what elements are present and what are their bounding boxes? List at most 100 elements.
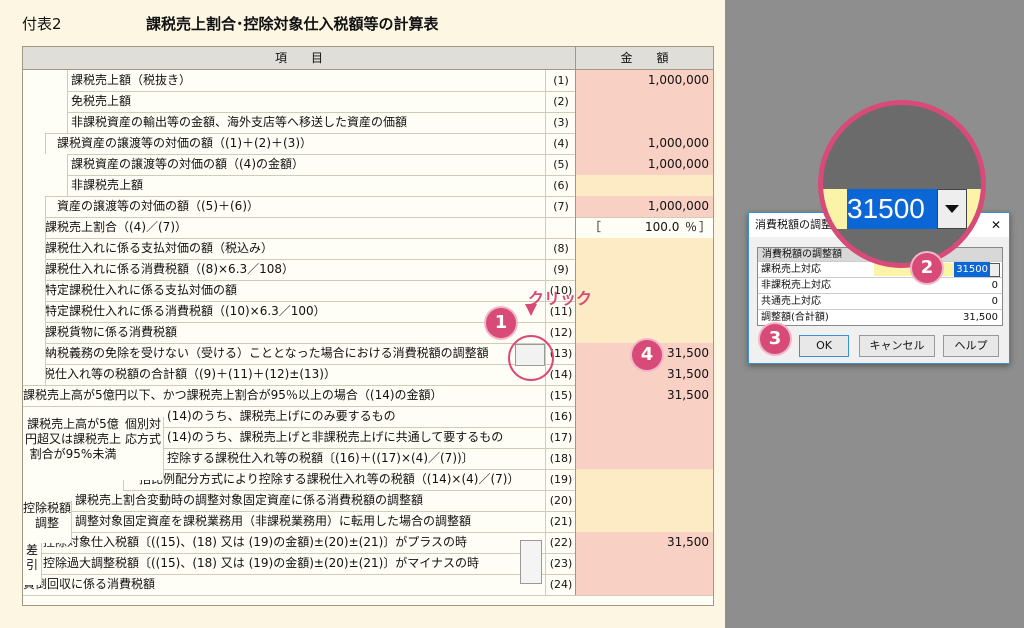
badge-4: 4 (632, 340, 662, 370)
row-number: (16) (545, 406, 576, 427)
highlight-circle (508, 335, 554, 381)
dialog-row-value: 31,500 (963, 312, 998, 323)
side-label-kazei: 課税売上高が5億円超又は課税売上割合が95%未満 (23, 417, 124, 491)
row-amount[interactable] (575, 280, 713, 301)
table-row: 課税資産の譲渡等の対価の額（(4)の金額） (5) 1,000,000 (23, 154, 713, 176)
ok-button[interactable]: OK (799, 335, 849, 357)
magnifier: 31500 (818, 100, 986, 268)
row-label: (14)のうち、課税売上げにのみ要するもの (167, 409, 396, 423)
row-number: (17) (545, 427, 576, 448)
row-label: 免税売上額 (71, 94, 132, 108)
sa-button[interactable] (520, 540, 542, 584)
row-amount[interactable]: 1,000,000 (575, 70, 713, 91)
table-row: 非課税資産の輸出等の金額、海外支店等へ移送した資産の価額 (3) (23, 112, 713, 134)
row-amount[interactable]: 1,000,000 (575, 154, 713, 175)
table-row: 課税売上割合（(4)／(7)） ［ 100.0 ％ ］ (23, 217, 713, 239)
table-row: 課税資産の譲渡等の対価の額（(1)＋(2)＋(3)） (4) 1,000,000 (23, 133, 713, 155)
indent-bar-inner-b (45, 154, 68, 196)
row-number: (22) (545, 532, 576, 553)
row-number: (18) (545, 448, 576, 469)
row-label: 特定課税仕入れに係る消費税額（(10)×6.3／100） (45, 304, 326, 318)
row-amount[interactable]: 31,500 (575, 385, 713, 406)
page-title: 課税売上割合･控除対象仕入税額等の計算表 (146, 15, 439, 33)
row-amount[interactable] (575, 553, 713, 574)
row-label: 課税売上割合変動時の調整対象固定資産に係る消費税額の調整額 (75, 493, 424, 507)
row-amount[interactable] (575, 469, 713, 490)
table-row: 特定課税仕入れに係る消費税額（(10)×6.3／100） (11) (23, 301, 713, 323)
dialog-row-label: 非課税売上対応 (761, 280, 831, 291)
row-amount[interactable] (575, 91, 713, 112)
side-label-kobetsu-text: 個別対応方式 (124, 417, 161, 446)
row-amount[interactable] (575, 259, 713, 280)
ratio-value: ［ 100.0 ％ ］ (583, 217, 711, 238)
row-number: (4) (545, 133, 576, 154)
worksheet: 付表2 課税売上割合･控除対象仕入税額等の計算表 項 目 金 額 課税売上額（税… (0, 0, 725, 628)
table-row: 課税仕入れ等の税額の合計額（(9)＋(11)＋(12)±(13)） (14) 31,… (23, 364, 713, 386)
row-label: 貸倒回収に係る消費税額 (23, 577, 156, 591)
dropdown-arrow-icon[interactable] (989, 263, 1000, 277)
chevron-down-icon (945, 205, 959, 213)
row-amount[interactable]: 1,000,000 (575, 196, 713, 217)
table-row: 非課税売上額 (6) (23, 175, 713, 197)
dialog-row: 調整額(合計額) 31,500 (758, 309, 1002, 325)
table-row: 控除対象仕入税額〔((15)、(18) 又は (19)の金額)±(20)±(21… (23, 532, 713, 554)
row-amount[interactable] (575, 112, 713, 133)
side-label-koujo: 控除税額調整 (23, 501, 72, 543)
row-label: 非課税資産の輸出等の金額、海外支店等へ移送した資産の価額 (71, 115, 408, 129)
row-amount[interactable] (575, 406, 713, 427)
row-amount[interactable]: 31,500 (575, 532, 713, 553)
row-amount[interactable] (575, 511, 713, 532)
row-number: (3) (545, 112, 576, 133)
table-row: 免税売上額 (2) (23, 91, 713, 113)
table-row: 資産の譲渡等の対価の額（(5)＋(6)） (7) 1,000,000 (23, 196, 713, 218)
table-row: 調整対象固定資産を課税業務用（非課税業務用）に転用した場合の調整額 (21) (23, 511, 713, 533)
row-number: (21) (545, 511, 576, 532)
cancel-button[interactable]: キャンセル (859, 335, 935, 357)
table-row: 課税売上額（税抜き） (1) 1,000,000 (23, 70, 713, 92)
row-label: 一括比例配分方式により控除する課税仕入れ等の税額（(14)×(4)／(7)） (127, 472, 520, 486)
table-row: 課税貨物に係る消費税額 (12) (23, 322, 713, 344)
magnifier-value: 31500 (847, 189, 937, 229)
row-amount[interactable] (575, 490, 713, 511)
row-number: (2) (545, 91, 576, 112)
calculation-table: 項 目 金 額 課税売上額（税抜き） (1) 1,000,000 免税売上額 (2) 非課… (22, 46, 714, 606)
row-amount[interactable] (575, 238, 713, 259)
table-row: 課税売上割合変動時の調整対象固定資産に係る消費税額の調整額 (20) (23, 490, 713, 512)
row-amount[interactable] (575, 448, 713, 469)
side-label-kobetsu: 個別対応方式 (123, 417, 164, 480)
click-arrow-icon (525, 304, 537, 316)
close-icon[interactable]: ✕ (991, 213, 1001, 237)
badge-1: 1 (486, 308, 516, 338)
row-amount[interactable]: 1,000,000 (575, 133, 713, 154)
row-label: 非課税売上額 (71, 178, 144, 192)
row-label: 控除過大調整税額〔((15)、(18) 又は (19)の金額)±(20)±(21… (43, 556, 480, 570)
row-amount[interactable] (575, 574, 713, 595)
indent-bar-mid (23, 259, 46, 385)
row-label: 納税義務の免除を受けない（受ける）こととなった場合における消費税額の調整額 (45, 346, 489, 360)
table-row: 特定課税仕入れに係る支払対価の額 (10) (23, 280, 713, 302)
dropdown-button[interactable] (937, 189, 967, 229)
row-label: 課税貨物に係る消費税額 (45, 325, 178, 339)
row-label: (14)のうち、課税売上げと非課税売上げに共通して要するもの (167, 430, 504, 444)
side-label-sa: 差引 (23, 543, 42, 585)
dialog-row-value[interactable]: 31500 (954, 262, 990, 277)
row-label: 控除対象仕入税額〔((15)、(18) 又は (19)の金額)±(20)±(21… (43, 535, 468, 549)
ratio-number: 100.0 (645, 220, 680, 234)
row-amount[interactable] (575, 301, 713, 322)
header-amount: 金 額 (576, 47, 713, 70)
dialog-row-value: 0 (991, 296, 998, 307)
row-label: 課税資産の譲渡等の対価の額（(1)＋(2)＋(3)） (57, 136, 312, 150)
row-amount[interactable] (575, 175, 713, 196)
row-label: 特定課税仕入れに係る支払対価の額 (45, 283, 238, 297)
row-label: 課税売上割合（(4)／(7)） (45, 220, 187, 234)
dialog-row-label: 課税売上対応 (761, 264, 821, 275)
form-number: 付表2 (22, 15, 62, 33)
row-amount[interactable] (575, 427, 713, 448)
row-label: 資産の譲渡等の対価の額（(5)＋(6)） (57, 199, 259, 213)
row-label: 課税仕入れに係る消費税額（(8)×6.3／108） (45, 262, 295, 276)
row-number: (24) (545, 574, 576, 595)
dialog-row: 非課税売上対応 0 (758, 277, 1002, 293)
help-button[interactable]: ヘルプ (943, 335, 999, 357)
table-row: 納税義務の免除を受けない（受ける）こととなった場合における消費税額の調整額 (13… (23, 343, 713, 365)
table-row: 課税仕入れに係る消費税額（(8)×6.3／108） (9) (23, 259, 713, 281)
